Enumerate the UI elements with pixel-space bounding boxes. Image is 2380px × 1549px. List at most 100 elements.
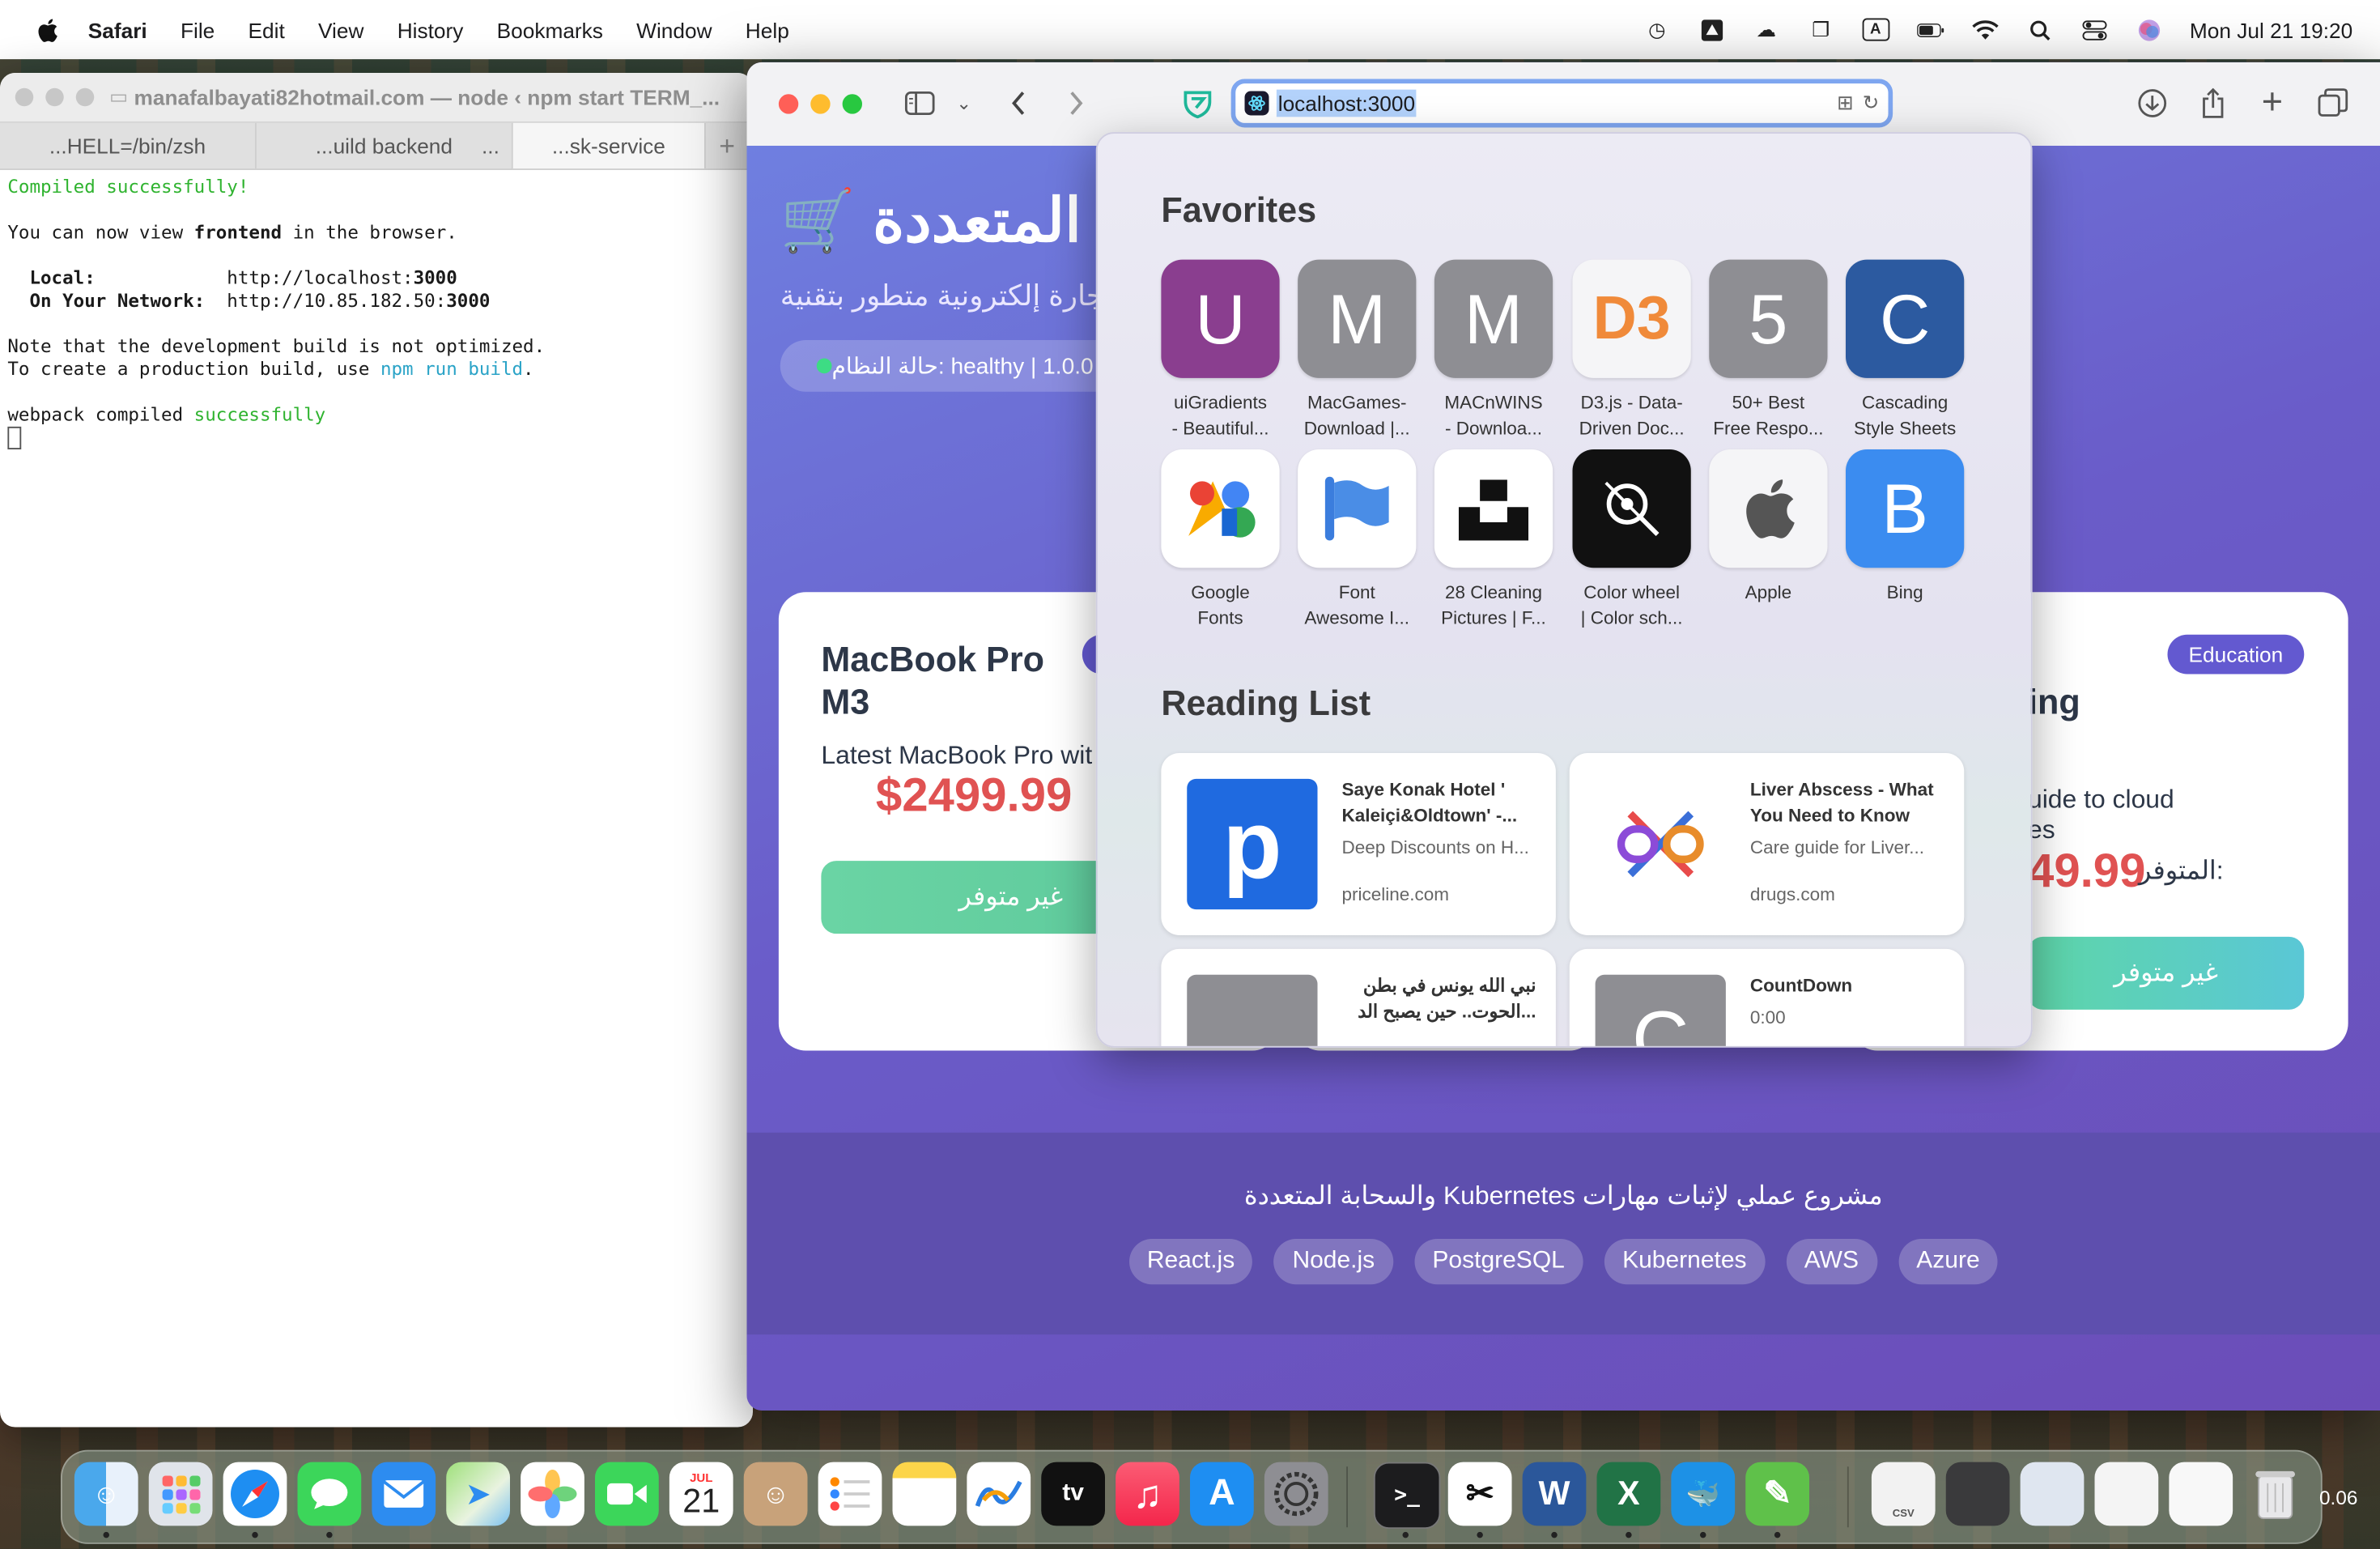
new-tab-button[interactable]: +: [706, 123, 749, 168]
menu-history[interactable]: History: [397, 18, 464, 42]
share-icon[interactable]: [2195, 87, 2231, 120]
screen-time-icon[interactable]: ◷: [1643, 18, 1671, 42]
spotlight-search-icon[interactable]: [2025, 18, 2053, 42]
menu-view[interactable]: View: [318, 18, 363, 42]
privacy-shield-icon[interactable]: [1179, 87, 1216, 120]
terminal-tab-2[interactable]: ...uild backend...: [257, 123, 513, 168]
terminal-text: webpack compiled: [7, 404, 193, 425]
launchpad-icon[interactable]: [149, 1462, 213, 1526]
capcut-icon[interactable]: ✂: [1448, 1462, 1512, 1526]
menu-edit[interactable]: Edit: [249, 18, 285, 42]
d3-logo-icon: D3: [1573, 260, 1691, 378]
minimize-button[interactable]: [45, 88, 64, 107]
favorite-50-best[interactable]: 5 50+ BestFree Respo...: [1707, 260, 1829, 442]
terminal-icon[interactable]: >_: [1374, 1462, 1441, 1530]
favorite-d3js[interactable]: D3 D3.js - Data-Driven Doc...: [1571, 260, 1693, 442]
photos-icon[interactable]: [521, 1462, 584, 1526]
microsoft-excel-icon[interactable]: X: [1597, 1462, 1661, 1526]
siri-icon[interactable]: [2135, 18, 2162, 42]
favorite-bing[interactable]: B Bing: [1844, 449, 1966, 606]
app-store-icon[interactable]: A: [1190, 1462, 1254, 1526]
favorite-color-wheel[interactable]: Color wheel| Color sch...: [1571, 449, 1693, 632]
numbers-icon[interactable]: ✎: [1745, 1462, 1809, 1526]
battery-icon[interactable]: [1916, 18, 1944, 42]
wifi-icon[interactable]: [1971, 18, 1999, 42]
unavailable-button[interactable]: غير متوفر: [2028, 937, 2304, 1010]
forward-button-icon[interactable]: [1058, 87, 1094, 120]
favorite-css[interactable]: C CascadingStyle Sheets: [1844, 260, 1966, 442]
trash-icon[interactable]: [2243, 1462, 2307, 1526]
music-icon[interactable]: ♫: [1116, 1462, 1179, 1526]
tab-group-chevron-icon[interactable]: ⌄: [946, 87, 982, 120]
notes-icon[interactable]: [893, 1462, 957, 1526]
reading-list-item[interactable]: p Saye Konak Hotel ' Kaleiçi&Oldtown' -.…: [1161, 753, 1556, 935]
input-source-icon[interactable]: A: [1862, 19, 1889, 41]
apple-menu-icon[interactable]: [33, 16, 61, 44]
system-settings-icon[interactable]: [1264, 1462, 1328, 1526]
reading-list-item[interactable]: نبي الله يونس في بطن الحوت.. حين يصبح ال…: [1161, 949, 1556, 1048]
tech-badge: PostgreSQL: [1414, 1239, 1583, 1284]
address-bar[interactable]: localhost:3000 ⊞ ↻: [1231, 79, 1893, 128]
stage-manager-icon[interactable]: ❐: [1807, 18, 1834, 42]
drive-icon[interactable]: [1698, 18, 1725, 42]
finder-icon[interactable]: ☺: [74, 1462, 138, 1526]
freeform-icon[interactable]: [967, 1462, 1031, 1526]
docker-icon[interactable]: 🐳: [1671, 1462, 1735, 1526]
terminal-tab-3[interactable]: ...sk-service: [513, 123, 706, 168]
creative-cloud-icon[interactable]: ☁: [1753, 18, 1780, 42]
maps-icon[interactable]: ➤: [446, 1462, 510, 1526]
messages-icon[interactable]: [298, 1462, 362, 1526]
menu-bookmarks[interactable]: Bookmarks: [497, 18, 603, 42]
terminal-text: successfully: [194, 404, 326, 425]
favorite-macnwins[interactable]: M MACnWINS- Downloa...: [1433, 260, 1554, 442]
recent-screenshot-1[interactable]: [1946, 1462, 2010, 1526]
mail-icon[interactable]: [372, 1462, 436, 1526]
reload-icon[interactable]: ↻: [1863, 91, 1879, 116]
url-text[interactable]: localhost:3000: [1277, 90, 1417, 117]
menu-window[interactable]: Window: [636, 18, 712, 42]
menubar-clock[interactable]: Mon Jul 21 19:20: [2190, 18, 2352, 42]
reading-list-item[interactable]: Liver Abscess - What You Need to Know Ca…: [1570, 753, 1965, 935]
recent-document-1[interactable]: [2095, 1462, 2159, 1526]
translate-icon[interactable]: ⊞: [1837, 91, 1853, 116]
menu-app-name[interactable]: Safari: [88, 18, 147, 42]
facetime-icon[interactable]: [595, 1462, 659, 1526]
reading-list-item[interactable]: C CountDown 0:00: [1570, 949, 1965, 1048]
favorite-uigradients[interactable]: U uiGradients- Beautiful...: [1160, 260, 1281, 442]
menu-help[interactable]: Help: [746, 18, 789, 42]
sidebar-toggle-icon[interactable]: [902, 87, 938, 120]
favorite-label: 28 CleaningPictures | F...: [1433, 580, 1554, 632]
control-center-icon[interactable]: [2080, 18, 2108, 42]
calendar-icon[interactable]: JUL 21: [669, 1462, 733, 1526]
downloads-icon[interactable]: [2134, 87, 2170, 120]
menu-file[interactable]: File: [181, 18, 215, 42]
apple-tv-icon[interactable]: tv: [1041, 1462, 1105, 1526]
favorite-font-awesome[interactable]: FontAwesome I...: [1296, 449, 1417, 632]
back-button-icon[interactable]: [1001, 87, 1037, 120]
zoom-button[interactable]: [76, 88, 95, 107]
terminal-title-bar[interactable]: ▭ manafalbayati82hotmail.com — node ‹ np…: [0, 73, 753, 123]
contacts-icon[interactable]: ☺: [744, 1462, 808, 1526]
terminal-text: To create a production build, use: [7, 359, 380, 380]
favorite-unsplash[interactable]: 28 CleaningPictures | F...: [1433, 449, 1554, 632]
terminal-tab-1[interactable]: ...HELL=/bin/zsh: [0, 123, 257, 168]
reminders-icon[interactable]: [818, 1462, 882, 1526]
favorite-macgames[interactable]: M MacGames-Download |...: [1296, 260, 1417, 442]
favorite-apple[interactable]: Apple: [1707, 449, 1829, 606]
minimize-button[interactable]: [810, 94, 830, 113]
safari-icon[interactable]: [223, 1462, 287, 1526]
microsoft-word-icon[interactable]: W: [1523, 1462, 1587, 1526]
new-tab-plus-icon[interactable]: +: [2254, 87, 2290, 120]
favorite-google-fonts[interactable]: GoogleFonts: [1160, 449, 1281, 632]
tab-overview-icon[interactable]: [2314, 87, 2351, 120]
csv-file-icon[interactable]: CSV: [1872, 1462, 1936, 1526]
recent-screenshot-2[interactable]: [2021, 1462, 2085, 1526]
zoom-button[interactable]: [843, 94, 862, 113]
site-favicon-react-icon: [1245, 91, 1269, 116]
tab-label: ...HELL=/bin/zsh: [49, 134, 206, 158]
recent-document-2[interactable]: [2169, 1462, 2233, 1526]
terminal-output[interactable]: Compiled successfully! You can now view …: [0, 170, 753, 456]
close-button[interactable]: [779, 94, 798, 113]
close-button[interactable]: [15, 88, 34, 107]
priceline-icon: p: [1187, 779, 1317, 909]
